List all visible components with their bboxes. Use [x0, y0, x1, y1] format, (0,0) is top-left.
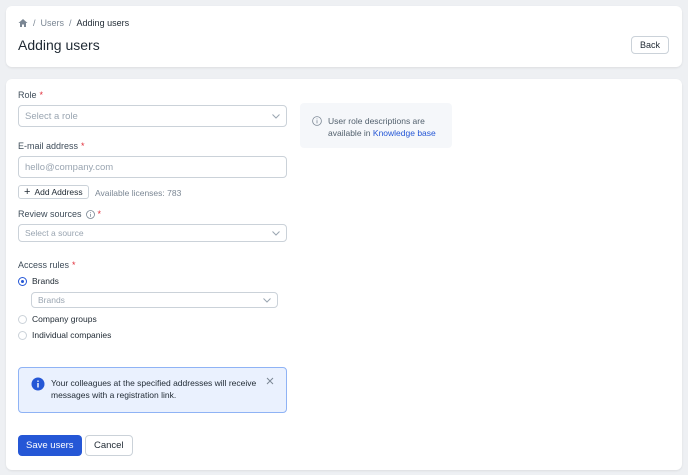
back-button[interactable]: Back — [630, 36, 669, 54]
review-sources-label: Review sources * — [18, 209, 101, 219]
brands-select-placeholder: Brands — [38, 295, 65, 305]
add-address-label: Add Address — [34, 187, 83, 197]
chevron-down-icon — [263, 297, 271, 303]
required-mark: * — [97, 209, 102, 219]
radio-company-groups[interactable]: Company groups — [18, 314, 97, 324]
brands-select[interactable]: Brands — [31, 292, 278, 308]
info-circle-icon — [31, 377, 45, 391]
role-info-panel: User role descriptions are available in … — [300, 103, 452, 148]
email-label-text: E-mail address — [18, 141, 79, 151]
add-address-button[interactable]: + Add Address — [18, 185, 89, 199]
info-icon[interactable] — [85, 209, 95, 219]
required-mark: * — [81, 141, 85, 151]
chevron-down-icon — [272, 113, 280, 119]
required-mark: * — [39, 90, 44, 100]
radio-individual-companies[interactable]: Individual companies — [18, 330, 111, 340]
role-select[interactable]: Select a role — [18, 105, 287, 127]
close-icon[interactable] — [266, 377, 274, 385]
available-licenses: Available licenses: 783 — [95, 188, 182, 198]
radio-brands[interactable]: Brands — [18, 276, 59, 286]
access-rules-label-text: Access rules — [18, 260, 70, 270]
chevron-down-icon — [272, 230, 280, 236]
radio-brands-label: Brands — [32, 276, 59, 286]
email-label: E-mail address * — [18, 141, 85, 151]
access-rules-label: Access rules * — [18, 260, 76, 270]
review-sources-select[interactable]: Select a source — [18, 224, 287, 242]
role-label: Role * — [18, 90, 43, 100]
review-sources-label-text: Review sources — [18, 209, 82, 219]
radio-button[interactable] — [18, 314, 27, 324]
review-sources-placeholder: Select a source — [25, 228, 84, 238]
info-icon — [312, 116, 322, 126]
page-title: Adding users — [18, 37, 100, 53]
radio-individual-companies-label: Individual companies — [32, 330, 112, 340]
role-select-placeholder: Select a role — [25, 110, 78, 122]
breadcrumb-current: Adding users — [76, 18, 130, 28]
role-label-text: Role — [18, 90, 37, 100]
home-icon[interactable] — [18, 18, 28, 28]
knowledge-base-link[interactable]: Knowledge base — [373, 128, 436, 138]
plus-icon: + — [24, 185, 31, 198]
save-users-button[interactable]: Save users — [18, 435, 82, 456]
required-mark: * — [72, 260, 76, 270]
alert-message: Your colleagues at the specified address… — [51, 378, 257, 400]
breadcrumb-users-link[interactable]: Users — [41, 18, 65, 28]
breadcrumb-separator: / — [69, 18, 72, 28]
email-field[interactable] — [18, 156, 287, 178]
role-info-text: User role descriptions are available in … — [328, 115, 440, 148]
header-card: / Users / Adding users Adding users Back — [6, 6, 682, 67]
breadcrumb-separator: / — [33, 18, 36, 28]
radio-button-selected[interactable] — [18, 276, 27, 286]
form-card: Role* Select a role E-mail address* + Ad… — [6, 79, 682, 470]
registration-alert: Your colleagues at the specified address… — [18, 367, 287, 413]
breadcrumb: / Users / Adding users — [18, 18, 129, 28]
cancel-button[interactable]: Cancel — [85, 435, 133, 456]
radio-company-groups-label: Company groups — [32, 314, 97, 324]
radio-button[interactable] — [18, 330, 27, 340]
